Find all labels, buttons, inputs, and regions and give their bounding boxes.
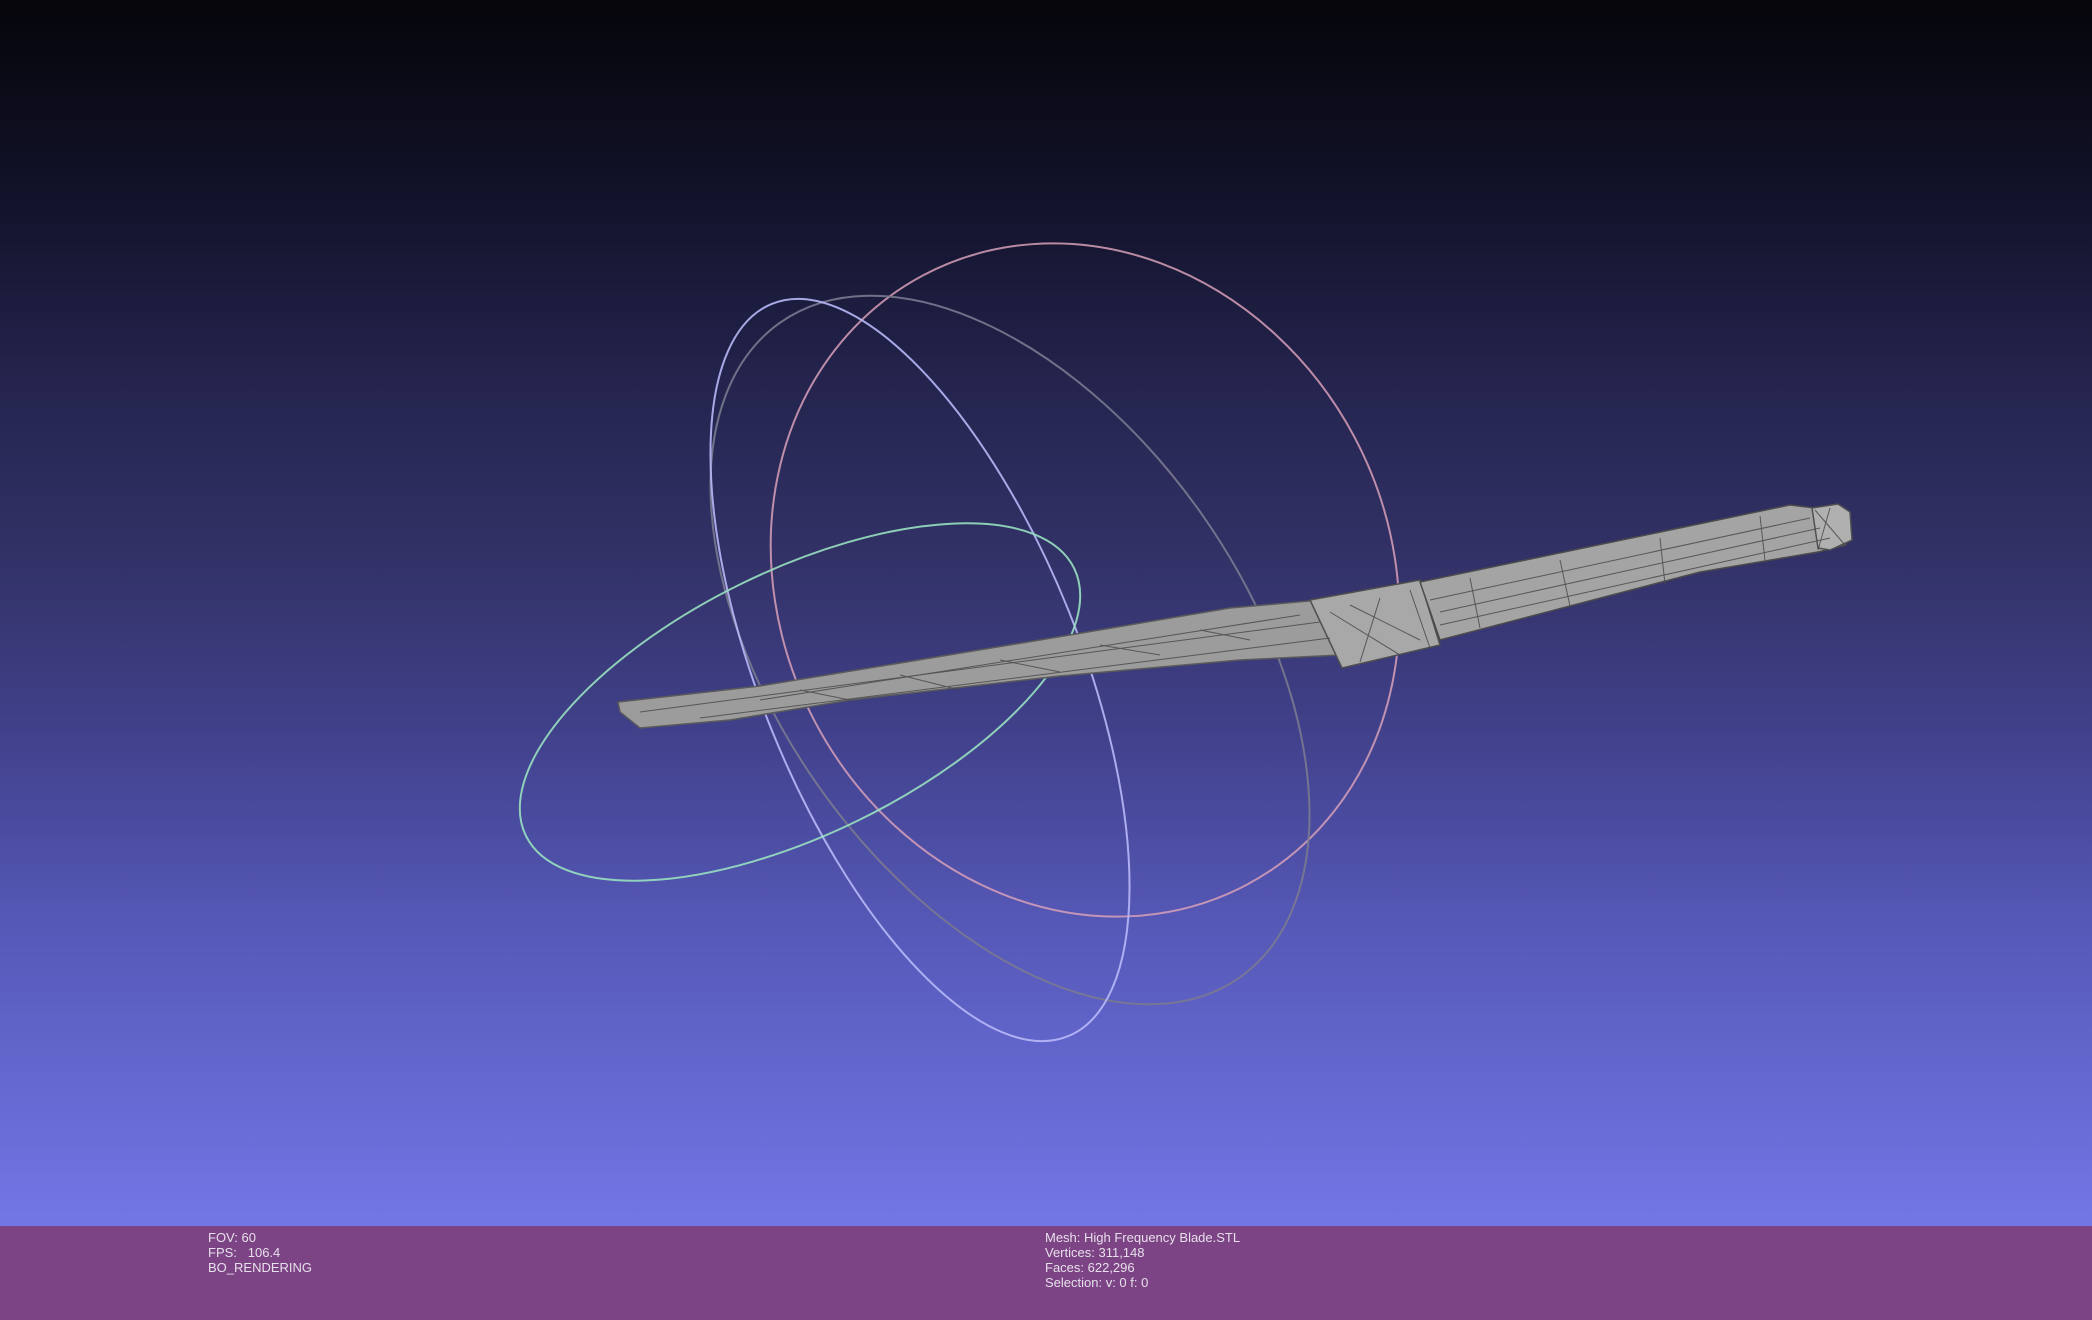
blade-handle[interactable] [1419, 504, 1847, 641]
rendering-mode-readout: BO_RENDERING [208, 1260, 313, 1275]
blade-pommel[interactable] [1811, 503, 1853, 551]
status-info-bar: FOV: 60 FPS: 106.4 BO_RENDERING Mesh: Hi… [0, 1226, 2092, 1320]
mesh-name-readout: Mesh: High Frequency Blade.STL [1045, 1230, 1241, 1245]
mesh-info: Mesh: High Frequency Blade.STL Vertices:… [1045, 1230, 1240, 1290]
fov-readout: FOV: 60 [208, 1230, 256, 1245]
render-info: FOV: 60 FPS: 106.4 BO_RENDERING [208, 1230, 312, 1275]
scene-canvas[interactable] [0, 0, 2092, 1226]
3d-viewport[interactable] [0, 0, 2092, 1226]
trackball-x-ring[interactable] [654, 132, 1517, 1028]
vertices-readout: Vertices: 311,148 [1045, 1245, 1145, 1260]
faces-readout: Faces: 622,296 [1045, 1260, 1135, 1275]
blade-body[interactable] [617, 599, 1342, 729]
fps-readout: FPS: 106.4 [208, 1245, 281, 1260]
selection-readout: Selection: v: 0 f: 0 [1045, 1275, 1149, 1290]
blade-mesh[interactable] [617, 503, 1853, 729]
